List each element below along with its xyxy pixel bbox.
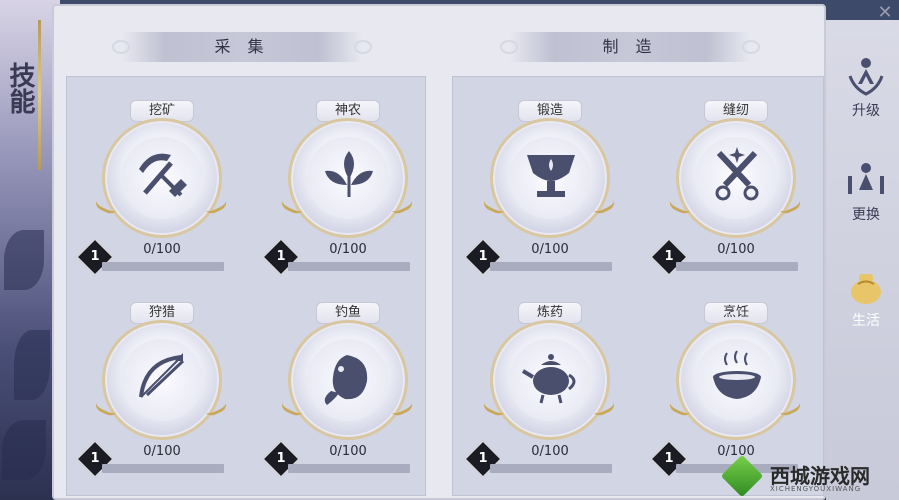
skill-progress-text: 0/100 xyxy=(531,242,569,257)
watermark-logo-icon xyxy=(720,454,764,498)
cooking-pot-icon xyxy=(713,350,761,399)
skill-orb[interactable] xyxy=(676,118,796,238)
skill-orb[interactable] xyxy=(288,320,408,440)
tab-change[interactable]: 更换 xyxy=(838,154,894,238)
skill-card[interactable]: 锻造 1 0/100 xyxy=(464,100,648,290)
fish-icon xyxy=(324,355,368,405)
section-title: 制 造 xyxy=(602,37,658,56)
herb-leaf-icon xyxy=(325,151,373,197)
skill-orb[interactable] xyxy=(676,320,796,440)
anvil-cup-icon xyxy=(527,155,575,197)
teapot-icon xyxy=(521,354,576,404)
leaf-decoration xyxy=(2,420,46,480)
tab-label: 更换 xyxy=(852,207,880,223)
tab-label: 升级 xyxy=(852,103,880,119)
skill-orb[interactable] xyxy=(490,118,610,238)
leaf-decoration xyxy=(4,230,44,290)
page-title: 技能 xyxy=(5,62,35,114)
watermark: 西城游戏网 XICHENGYOUXIWANG xyxy=(718,452,899,500)
skill-card[interactable]: 缝纫 1 0/100 xyxy=(650,100,834,290)
skill-orb[interactable] xyxy=(102,118,222,238)
section-header-gathering: 采 集 xyxy=(112,32,372,62)
skill-progress-bar xyxy=(102,262,224,271)
scissors-icon xyxy=(715,147,759,201)
skill-progress-text: 0/100 xyxy=(143,444,181,459)
skill-progress-bar xyxy=(490,262,612,271)
skill-progress-text: 0/100 xyxy=(531,444,569,459)
skill-progress-text: 0/100 xyxy=(329,242,367,257)
skill-progress-text: 0/100 xyxy=(329,444,367,459)
skill-card[interactable]: 炼药 1 0/100 xyxy=(464,302,648,492)
skill-progress-bar xyxy=(102,464,224,473)
watermark-subtext: XICHENGYOUXIWANG xyxy=(770,485,862,493)
skill-orb[interactable] xyxy=(490,320,610,440)
life-bag-icon xyxy=(844,264,888,308)
leaf-decoration xyxy=(14,330,50,400)
cloud-ornament-icon xyxy=(742,40,760,54)
skill-progress-bar xyxy=(490,464,612,473)
skill-orb[interactable] xyxy=(288,118,408,238)
skill-progress-text: 0/100 xyxy=(717,242,755,257)
skill-card[interactable]: 挖矿 1 0/100 xyxy=(76,100,260,290)
tab-life[interactable]: 生活 xyxy=(828,254,894,350)
section-header-crafting: 制 造 xyxy=(500,32,760,62)
skill-card[interactable]: 狩猎 1 0/100 xyxy=(76,302,260,492)
skill-card[interactable]: 钓鱼 1 0/100 xyxy=(262,302,446,492)
skill-progress-bar xyxy=(288,262,410,271)
section-title: 采 集 xyxy=(214,37,270,56)
tab-label: 生活 xyxy=(852,313,880,329)
skill-card[interactable]: 神农 1 0/100 xyxy=(262,100,446,290)
side-tab-bar: 升级 更换 生活 xyxy=(826,20,899,500)
close-button[interactable]: ✕ xyxy=(874,2,896,24)
skill-progress-bar xyxy=(288,464,410,473)
skill-progress-bar xyxy=(676,262,798,271)
tab-upgrade[interactable]: 升级 xyxy=(838,50,894,134)
change-figure-icon xyxy=(844,158,888,202)
pickaxe-shovel-icon xyxy=(139,153,187,197)
cloud-ornament-icon xyxy=(354,40,372,54)
skill-progress-text: 0/100 xyxy=(143,242,181,257)
upgrade-figure-icon xyxy=(844,54,888,98)
cloud-ornament-icon xyxy=(112,40,130,54)
bow-arrow-icon xyxy=(139,353,185,398)
cloud-ornament-icon xyxy=(500,40,518,54)
skill-orb[interactable] xyxy=(102,320,222,440)
